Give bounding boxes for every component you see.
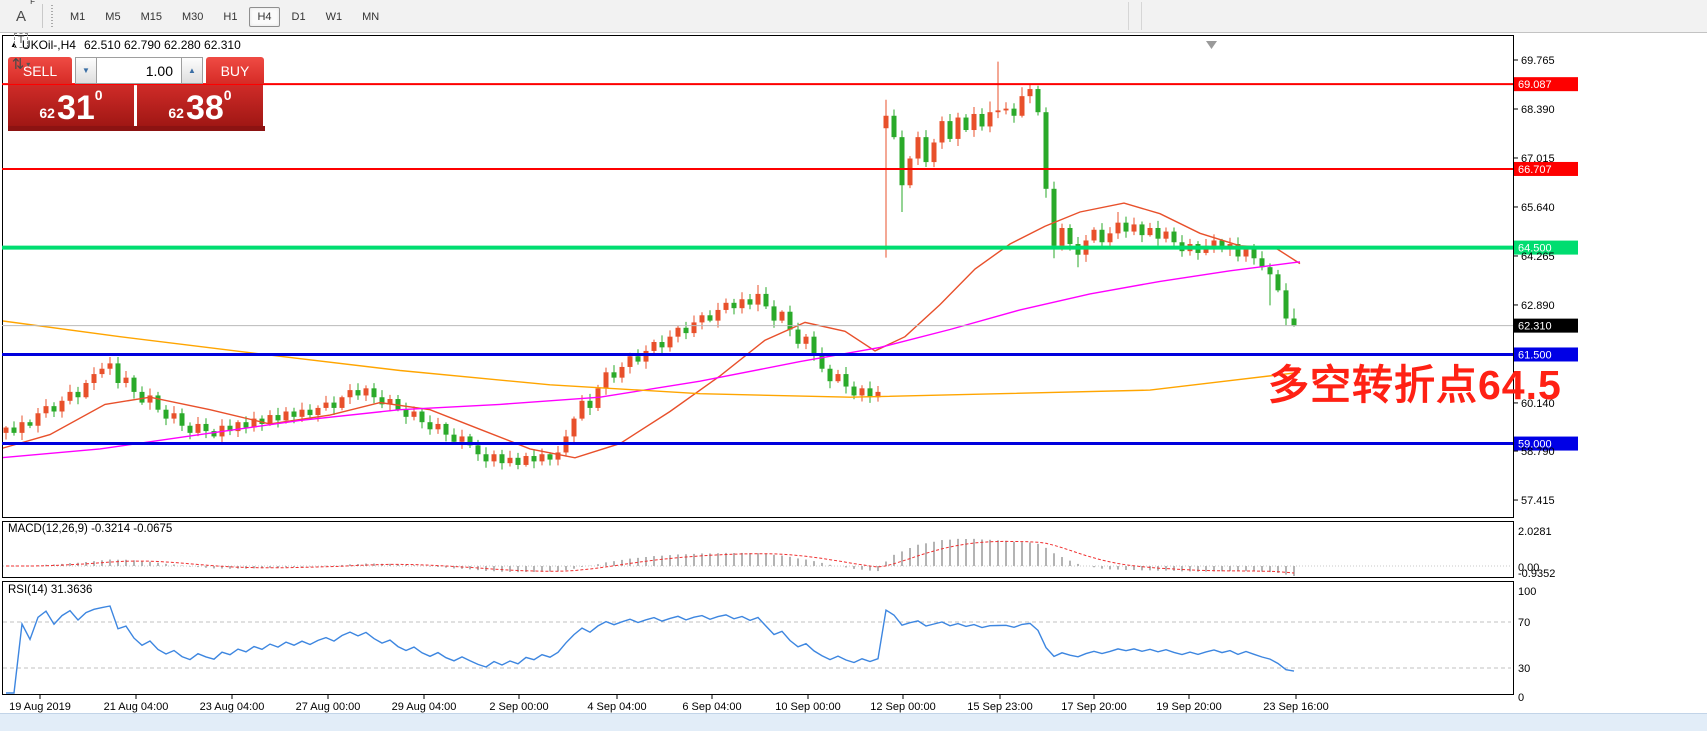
buy-price-prefix: 62 — [168, 105, 184, 121]
sell-price-sup: 0 — [95, 87, 103, 103]
time-axis-label: 6 Sep 04:00 — [682, 701, 741, 713]
timeframe-m30[interactable]: M30 — [174, 7, 211, 27]
ohlc-values: 62.510 62.790 62.280 62.310 — [84, 38, 241, 52]
buy-price-display[interactable]: 62 38 0 — [137, 85, 263, 126]
window-bottom-strip — [0, 713, 1707, 731]
time-axis-label: 10 Sep 00:00 — [775, 701, 840, 713]
svg-text:65.640: 65.640 — [1521, 202, 1555, 214]
toolbar-separator — [1141, 2, 1142, 30]
timeframe-m1[interactable]: M1 — [62, 7, 93, 27]
sell-price-prefix: 62 — [39, 105, 55, 121]
svg-text:68.390: 68.390 — [1521, 104, 1555, 116]
time-axis-label: 17 Sep 20:00 — [1061, 701, 1126, 713]
svg-text:57.415: 57.415 — [1521, 495, 1555, 507]
timeframe-h1[interactable]: H1 — [215, 7, 245, 27]
time-axis-label: 27 Aug 00:00 — [296, 701, 361, 713]
sell-price-big: 31 — [57, 92, 95, 124]
svg-text:62.890: 62.890 — [1521, 300, 1555, 312]
chart-text-annotation[interactable]: 多空转折点64.5 — [1268, 351, 1562, 411]
time-axis-label: 23 Sep 16:00 — [1263, 701, 1328, 713]
rsi-indicator-label: RSI(14) 31.3636 — [8, 584, 92, 596]
time-axis-label: 21 Aug 04:00 — [104, 701, 169, 713]
sell-price-display[interactable]: 62 31 0 — [8, 85, 134, 126]
svg-text:0: 0 — [1518, 692, 1524, 704]
volume-input[interactable] — [97, 57, 181, 84]
text-box-icon[interactable]: T — [6, 28, 36, 52]
svg-text:58.790: 58.790 — [1521, 446, 1555, 458]
time-axis-label: 19 Sep 20:00 — [1156, 701, 1221, 713]
svg-text:64.265: 64.265 — [1521, 251, 1555, 263]
timeframe-m5[interactable]: M5 — [97, 7, 128, 27]
svg-text:67.015: 67.015 — [1521, 153, 1555, 165]
timeframe-w1[interactable]: W1 — [318, 7, 351, 27]
buy-price-big: 38 — [186, 92, 224, 124]
svg-text:100: 100 — [1518, 586, 1536, 598]
time-axis-label: 12 Sep 00:00 — [870, 701, 935, 713]
svg-text:30: 30 — [1518, 663, 1530, 675]
time-axis-label: 19 Aug 2019 — [9, 701, 71, 713]
timeframe-m15[interactable]: M15 — [133, 7, 170, 27]
chart-symbol-header: ▲UKOil-,H462.510 62.790 62.280 62.310 — [10, 38, 241, 52]
volume-decrease-button[interactable]: ▼ — [75, 57, 97, 84]
volume-increase-button[interactable]: ▲ — [181, 57, 203, 84]
drawing-tools: ⫽E▦FAT⇅▾ — [6, 0, 38, 76]
time-axis-label: 4 Sep 04:00 — [587, 701, 646, 713]
one-click-trade-panel: SELL ▼ ▲ BUY 62 31 0 62 38 0 — [8, 57, 265, 131]
timeframe-h4[interactable]: H4 — [249, 7, 279, 27]
buy-price-sup: 0 — [224, 87, 232, 103]
time-axis-label: 23 Aug 04:00 — [200, 701, 265, 713]
svg-text:66.707: 66.707 — [1518, 164, 1552, 176]
svg-text:62.310: 62.310 — [1518, 321, 1552, 333]
time-axis-label: 29 Aug 04:00 — [392, 701, 457, 713]
buy-button[interactable]: BUY — [206, 57, 264, 84]
macd-indicator-label: MACD(12,26,9) -0.3214 -0.0675 — [8, 523, 172, 535]
svg-text:69.765: 69.765 — [1521, 55, 1555, 67]
text-label-icon[interactable]: A — [6, 4, 36, 28]
time-axis-label: 15 Sep 23:00 — [967, 701, 1032, 713]
timeframe-d1[interactable]: D1 — [284, 7, 314, 27]
svg-text:70: 70 — [1518, 617, 1530, 629]
timeframe-buttons: M1M5M15M30H1H4D1W1MN — [60, 7, 389, 25]
svg-text:2.0281: 2.0281 — [1518, 526, 1552, 538]
toolbar-separator — [1128, 2, 1129, 30]
mt4-window: ⫽E▦FAT⇅▾ M1M5M15M30H1H4D1W1MN 69.087 66.7… — [0, 0, 1707, 731]
toolbar-separator — [42, 4, 43, 28]
timeframe-mn[interactable]: MN — [354, 7, 387, 27]
arrows-tool-icon[interactable]: ⇅▾ — [6, 52, 36, 76]
toolbar: ⫽E▦FAT⇅▾ M1M5M15M30H1H4D1W1MN — [0, 0, 1707, 33]
svg-text:-0.9352: -0.9352 — [1518, 568, 1555, 580]
time-axis-label: 2 Sep 00:00 — [489, 701, 548, 713]
toolbar-grip[interactable] — [51, 5, 56, 27]
svg-text:69.087: 69.087 — [1518, 79, 1552, 91]
